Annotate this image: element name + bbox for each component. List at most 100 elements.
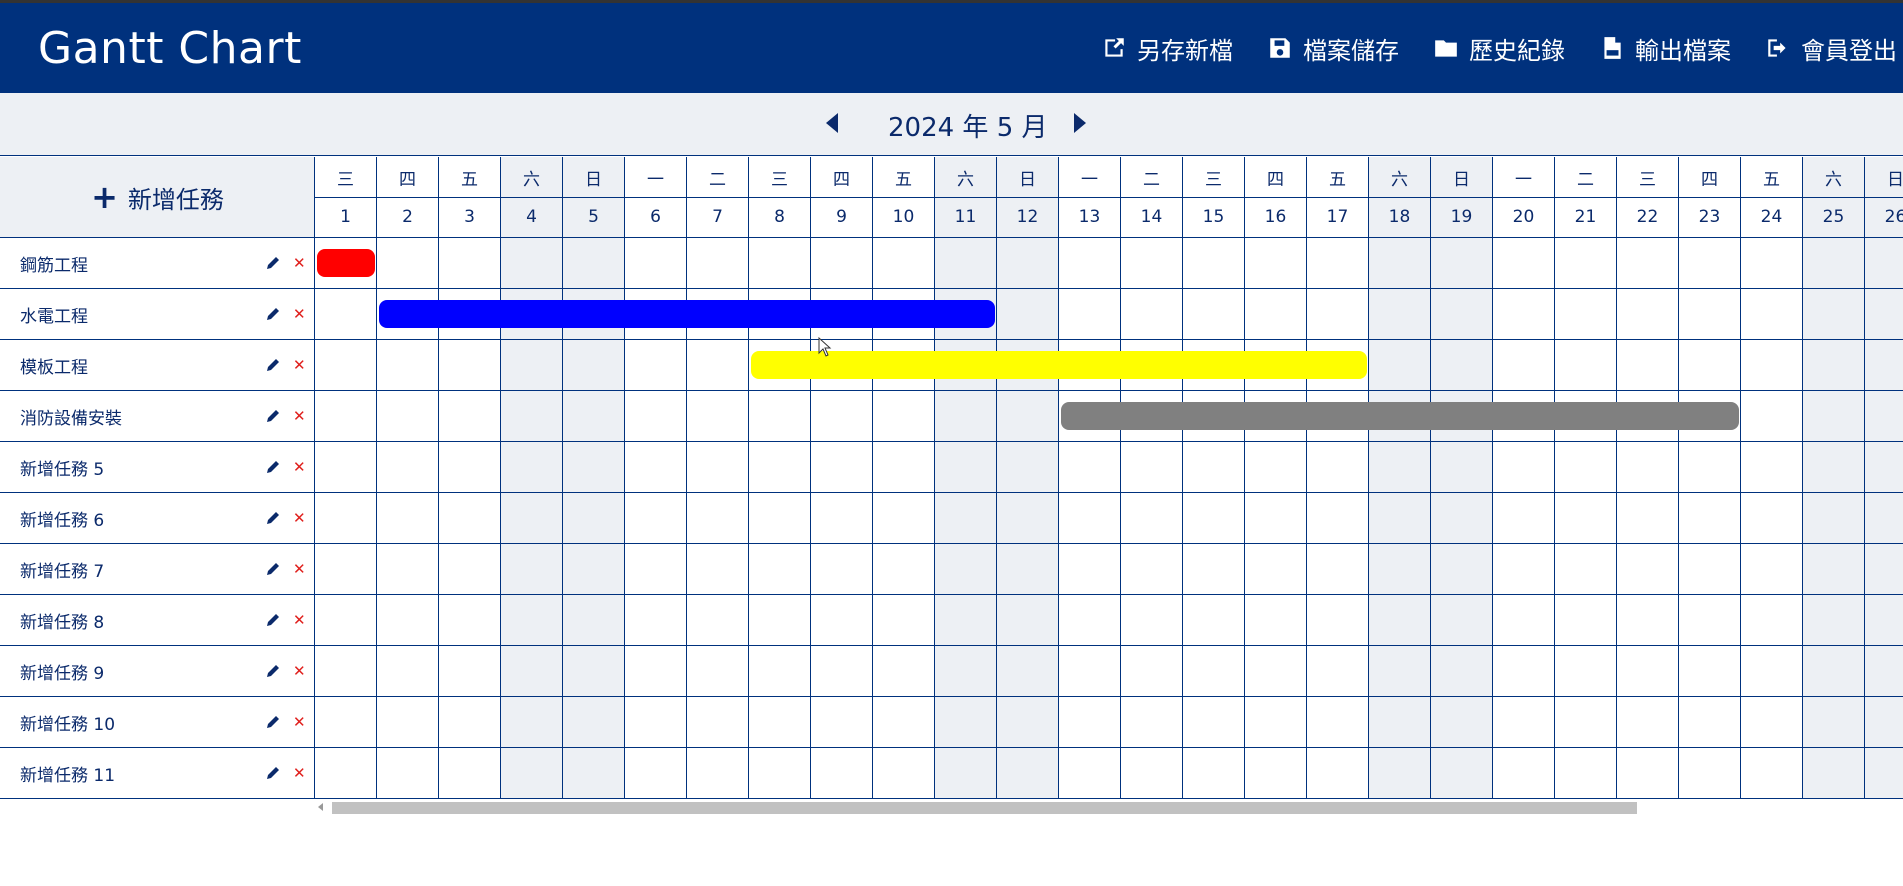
- header-nav: 另存新檔 檔案儲存 歷史紀錄 輸出檔案 會員登出: [1101, 3, 1903, 93]
- weekday-header-cell: 六: [935, 157, 997, 197]
- delete-task-icon[interactable]: ✕: [293, 713, 306, 731]
- task-bar[interactable]: [1061, 402, 1739, 430]
- next-month-icon[interactable]: [1074, 113, 1086, 133]
- date-header-cell: 24: [1741, 197, 1803, 237]
- task-row: 水電工程 ✕: [0, 288, 315, 339]
- grid-line: [315, 492, 1903, 493]
- weekday-header-cell: 三: [749, 157, 811, 197]
- date-header-cell: 4: [501, 197, 563, 237]
- pencil-edit-icon[interactable]: [265, 255, 281, 271]
- task-list-bottom-border: [0, 798, 315, 799]
- weekday-header-cell: 二: [687, 157, 749, 197]
- grid-line: [315, 197, 1903, 198]
- add-task-button[interactable]: + 新增任務: [0, 157, 315, 237]
- add-task-label: 新增任務: [127, 185, 224, 214]
- weekday-header-cell: 一: [1493, 157, 1555, 197]
- weekday-header-cell: 四: [377, 157, 439, 197]
- date-header-cell: 12: [997, 197, 1059, 237]
- weekday-header-cell: 二: [1555, 157, 1617, 197]
- date-header-cell: 20: [1493, 197, 1555, 237]
- pencil-edit-icon[interactable]: [265, 765, 281, 781]
- weekday-header-cell: 三: [1617, 157, 1679, 197]
- delete-task-icon[interactable]: ✕: [293, 662, 306, 680]
- pencil-edit-icon[interactable]: [265, 561, 281, 577]
- delete-task-icon[interactable]: ✕: [293, 764, 306, 782]
- scroll-left-arrow-icon[interactable]: [318, 803, 323, 811]
- delete-task-icon[interactable]: ✕: [293, 407, 306, 425]
- delete-task-icon[interactable]: ✕: [293, 305, 306, 323]
- day-column: [1555, 237, 1617, 799]
- save-as-new-button[interactable]: 另存新檔: [1101, 31, 1233, 66]
- delete-task-icon[interactable]: ✕: [293, 458, 306, 476]
- pencil-edit-icon[interactable]: [265, 459, 281, 475]
- day-column: [1493, 237, 1555, 799]
- weekday-header-cell: 日: [563, 157, 625, 197]
- task-bar[interactable]: [751, 351, 1367, 379]
- grid-line: [315, 390, 1903, 391]
- history-button[interactable]: 歷史紀錄: [1433, 31, 1565, 66]
- date-header-cell: 10: [873, 197, 935, 237]
- task-name: 新增任務 7: [20, 561, 105, 582]
- pencil-edit-icon[interactable]: [265, 612, 281, 628]
- horizontal-scrollbar[interactable]: [318, 801, 1903, 815]
- logout-button[interactable]: 會員登出: [1765, 31, 1897, 66]
- file-save-button[interactable]: 檔案儲存: [1267, 31, 1399, 66]
- task-name: 新增任務 6: [20, 510, 105, 531]
- weekday-header-cell: 三: [315, 157, 377, 197]
- pencil-edit-icon[interactable]: [265, 663, 281, 679]
- date-header-cell: 5: [563, 197, 625, 237]
- grid-line: [315, 543, 1903, 544]
- weekday-header-cell: 四: [1679, 157, 1741, 197]
- pencil-edit-icon[interactable]: [265, 510, 281, 526]
- task-row: 新增任務 7 ✕: [0, 543, 315, 594]
- day-column: [1803, 237, 1865, 799]
- export-file-button[interactable]: 輸出檔案: [1599, 31, 1731, 66]
- pencil-edit-icon[interactable]: [265, 306, 281, 322]
- weekday-header-cell: 五: [1741, 157, 1803, 197]
- app-header: Gantt Chart 另存新檔 檔案儲存 歷史紀錄 輸出檔案 會員登出: [0, 3, 1903, 93]
- day-column: [1741, 237, 1803, 799]
- export-file-label: 輸出檔案: [1635, 36, 1731, 65]
- task-row: 新增任務 6 ✕: [0, 492, 315, 543]
- weekday-header-cell: 一: [1059, 157, 1121, 197]
- date-header-cell: 21: [1555, 197, 1617, 237]
- task-bar[interactable]: [317, 249, 375, 277]
- weekday-header-cell: 二: [1121, 157, 1183, 197]
- gantt-grid: 三四五六日一二三四五六日一二三四五六日一二三四五六日 1 2 3 4 5 6 7 8 9 10 11…: [315, 157, 1903, 799]
- month-label: 2024 年 5 月: [888, 113, 1048, 143]
- scrollbar-thumb[interactable]: [332, 802, 1637, 814]
- date-header-cell: 16: [1245, 197, 1307, 237]
- grid-line: [315, 441, 1903, 442]
- mouse-cursor-icon: [818, 337, 832, 357]
- date-header-cell: 11: [935, 197, 997, 237]
- weekday-header-cell: 六: [1369, 157, 1431, 197]
- pencil-edit-icon[interactable]: [265, 357, 281, 373]
- task-bar[interactable]: [379, 300, 995, 328]
- pencil-edit-icon[interactable]: [265, 714, 281, 730]
- delete-task-icon[interactable]: ✕: [293, 254, 306, 272]
- weekday-header-cell: 五: [439, 157, 501, 197]
- plus-icon: +: [91, 178, 118, 216]
- task-row: 消防設備安裝 ✕: [0, 390, 315, 441]
- history-label: 歷史紀錄: [1469, 36, 1565, 65]
- previous-month-icon[interactable]: [826, 113, 838, 133]
- task-row: 新增任務 11 ✕: [0, 747, 315, 798]
- share-export-icon: [1105, 38, 1124, 57]
- app-title: Gantt Chart: [38, 23, 302, 74]
- task-name: 新增任務 5: [20, 459, 105, 480]
- task-name: 消防設備安裝: [20, 408, 122, 429]
- date-header-cell: 7: [687, 197, 749, 237]
- delete-task-icon[interactable]: ✕: [293, 611, 306, 629]
- task-row: 新增任務 8 ✕: [0, 594, 315, 645]
- delete-task-icon[interactable]: ✕: [293, 509, 306, 527]
- sign-out-icon: [1768, 39, 1786, 57]
- delete-task-icon[interactable]: ✕: [293, 560, 306, 578]
- task-name: 模板工程: [20, 357, 88, 378]
- weekday-header-cell: 三: [1183, 157, 1245, 197]
- date-header-cell: 15: [1183, 197, 1245, 237]
- logout-label: 會員登出: [1801, 36, 1897, 65]
- date-header-cell: 17: [1307, 197, 1369, 237]
- pencil-edit-icon[interactable]: [265, 408, 281, 424]
- delete-task-icon[interactable]: ✕: [293, 356, 306, 374]
- date-header-cell: 2: [377, 197, 439, 237]
